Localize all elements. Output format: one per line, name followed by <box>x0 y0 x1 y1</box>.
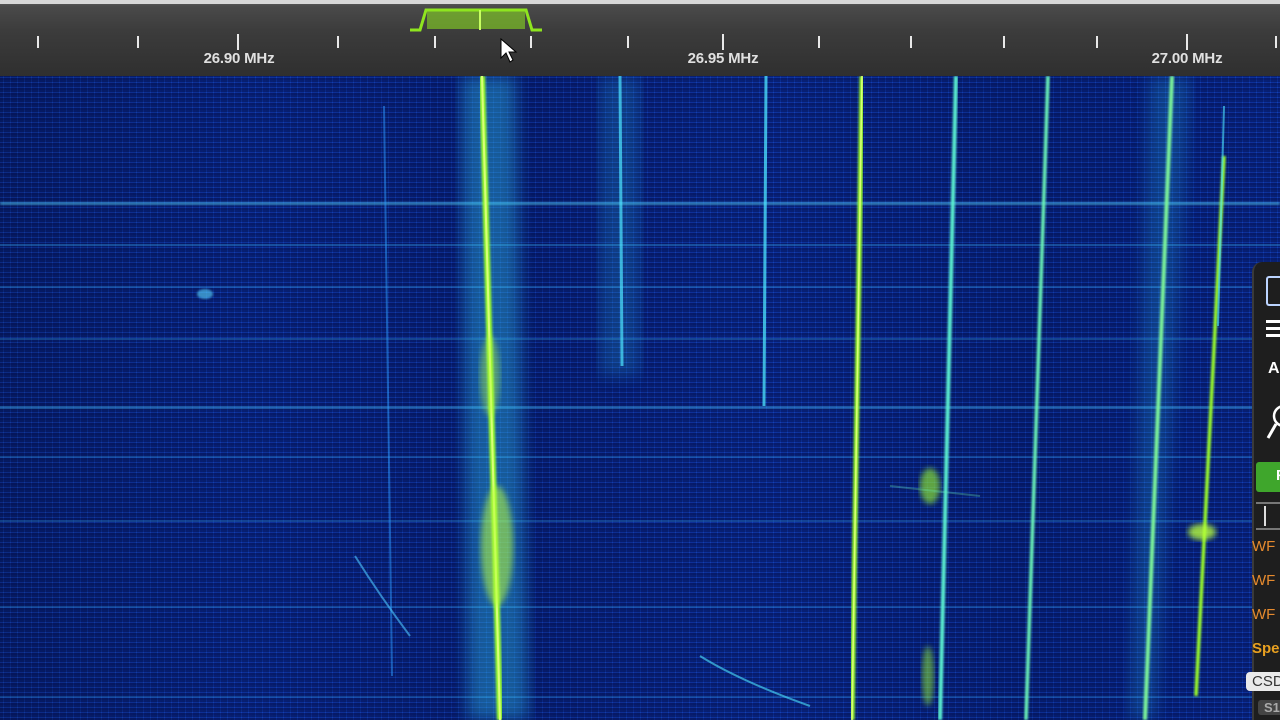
slider-icon[interactable] <box>1256 502 1280 530</box>
scale-tick <box>1275 36 1277 48</box>
panel-a-button[interactable]: A <box>1268 360 1280 378</box>
scale-tick-major <box>1186 34 1188 50</box>
mouse-pointer-icon <box>500 38 518 63</box>
passband-marker[interactable] <box>410 6 542 32</box>
frequency-label: 27.00 MHz <box>1151 50 1223 67</box>
waterfall-signals <box>0 76 1280 720</box>
green-toggle-button[interactable]: F <box>1256 462 1280 492</box>
s1-button[interactable]: S1 <box>1258 700 1280 715</box>
wf-button[interactable]: WF <box>1252 538 1275 555</box>
scale-tick <box>137 36 139 48</box>
diagonal-traces <box>354 485 981 707</box>
scale-tick <box>337 36 339 48</box>
scale-tick <box>910 36 912 48</box>
scale-tick <box>1096 36 1098 48</box>
scale-tick <box>627 36 629 48</box>
wf-button[interactable]: WF <box>1252 606 1275 623</box>
magnifier-icon[interactable] <box>1266 402 1280 444</box>
scale-top-border <box>0 0 1280 4</box>
frequency-label: 26.95 MHz <box>687 50 759 67</box>
frequency-scale[interactable]: 26.90 MHz 26.95 MHz 27.00 MHz <box>0 0 1280 78</box>
scale-tick <box>434 36 436 48</box>
scale-tick <box>530 36 532 48</box>
wf-button[interactable]: WF <box>1252 572 1275 589</box>
scale-tick-major <box>237 34 239 50</box>
square-bracket-icon[interactable] <box>1266 276 1280 306</box>
green-button-label: F <box>1276 467 1280 484</box>
csd-button[interactable]: CSD <box>1246 672 1280 691</box>
signal-glow <box>462 76 1190 720</box>
spectrum-button[interactable]: Spe <box>1252 640 1280 657</box>
scale-tick <box>1003 36 1005 48</box>
signal-bursts <box>197 289 1216 706</box>
waterfall-display[interactable] <box>0 76 1280 720</box>
sdr-receiver-app: 26.90 MHz 26.95 MHz 27.00 MHz A WF WF WF… <box>0 0 1280 720</box>
control-panel: A F WF WF WF Spe CSD S1 <box>1246 262 1280 720</box>
scale-tick-major <box>722 34 724 50</box>
hamburger-menu-icon[interactable] <box>1266 320 1280 341</box>
scale-tick <box>37 36 39 48</box>
scale-tick <box>818 36 820 48</box>
frequency-label: 26.90 MHz <box>203 50 275 67</box>
